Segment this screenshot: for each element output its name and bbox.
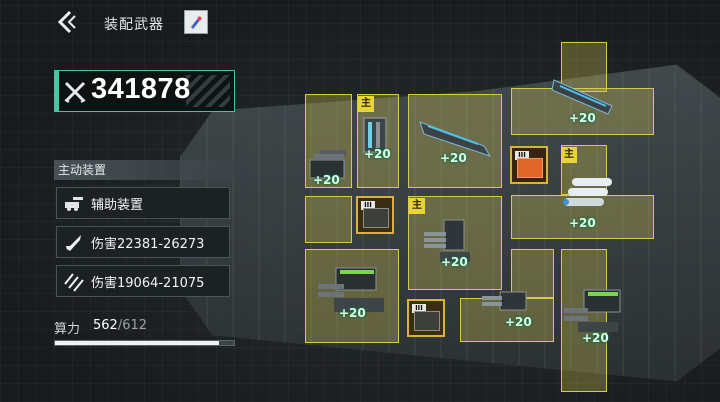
bonus-label: +20 bbox=[569, 216, 596, 230]
bonus-label: +20 bbox=[505, 315, 532, 329]
page-title: 装配武器 bbox=[104, 17, 164, 33]
bonus-label: +20 bbox=[582, 331, 609, 345]
device-label: 伤害19064-21075 bbox=[91, 275, 205, 291]
back-arrow-icon[interactable] bbox=[56, 10, 76, 34]
bonus-label: +20 bbox=[441, 255, 468, 269]
device-row-damage-1[interactable]: 伤害22381-26273 bbox=[56, 226, 230, 258]
compute-progress-fill bbox=[55, 341, 220, 345]
compute-progress-bar bbox=[54, 340, 235, 346]
missile-icon bbox=[63, 231, 85, 253]
combat-power-value: 341878 bbox=[91, 73, 191, 105]
compute-current: 562 bbox=[93, 318, 118, 333]
chip-module[interactable]: III bbox=[356, 196, 394, 234]
battery-module[interactable]: III bbox=[510, 146, 548, 184]
bonus-label: +20 bbox=[364, 147, 391, 161]
device-label: 辅助装置 bbox=[91, 197, 144, 213]
compute-max: /612 bbox=[117, 318, 148, 333]
main-weapon-badge: 主 bbox=[561, 147, 577, 163]
power-accent bbox=[55, 71, 59, 111]
active-devices-header: 主动装置 bbox=[54, 160, 235, 180]
battery-icon bbox=[517, 158, 543, 178]
main-weapon-badge: 主 bbox=[358, 96, 374, 112]
bonus-label: +20 bbox=[313, 173, 340, 187]
multi-missile-icon bbox=[63, 270, 85, 292]
chip-icon bbox=[363, 208, 389, 228]
chip-module[interactable]: III bbox=[407, 299, 445, 337]
chip-icon bbox=[414, 311, 440, 331]
rocket-icon[interactable] bbox=[184, 10, 208, 34]
cannon-icon bbox=[63, 192, 85, 214]
crossed-swords-icon bbox=[64, 81, 86, 103]
device-row-damage-2[interactable]: 伤害19064-21075 bbox=[56, 265, 230, 297]
device-row-auxiliary[interactable]: 辅助装置 bbox=[56, 187, 230, 219]
device-label: 伤害22381-26273 bbox=[91, 236, 205, 252]
missile-pod-weapon-icon[interactable] bbox=[560, 170, 620, 214]
grid-cell[interactable] bbox=[305, 196, 352, 243]
compute-readout: 562/612 bbox=[93, 318, 147, 333]
compute-label: 算力 bbox=[54, 322, 81, 337]
bonus-label: +20 bbox=[339, 306, 366, 320]
power-stripes bbox=[186, 75, 230, 107]
combat-power-box: 341878 bbox=[54, 70, 235, 112]
main-weapon-badge: 主 bbox=[409, 198, 425, 214]
bonus-label: +20 bbox=[569, 111, 596, 125]
bonus-label: +20 bbox=[440, 151, 467, 165]
